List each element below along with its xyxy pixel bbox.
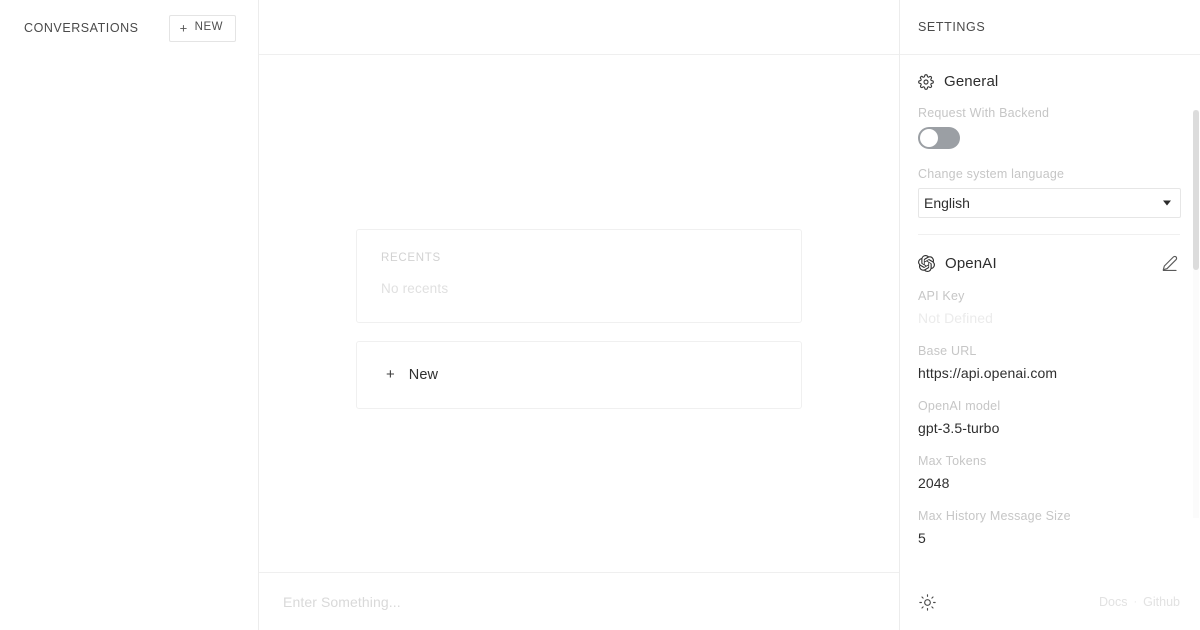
language-field: Change system language English — [918, 167, 1181, 218]
chat-panel: RECENTS No recents + New — [259, 0, 900, 630]
request-with-backend-field: Request With Backend — [918, 106, 1180, 149]
gear-icon — [918, 73, 934, 90]
sun-icon — [919, 593, 936, 611]
openai-model-field: OpenAI model gpt-3.5-turbo — [918, 399, 1180, 436]
message-composer — [259, 573, 899, 630]
plus-icon: + — [386, 365, 395, 383]
request-with-backend-label: Request With Backend — [918, 106, 1050, 120]
max-tokens-label: Max Tokens — [918, 454, 987, 468]
settings-panel: SETTINGS General Request With Backend Ch… — [900, 0, 1200, 630]
recents-label: RECENTS — [381, 252, 441, 264]
base-url-value: https://api.openai.com — [918, 365, 1058, 381]
app-root: CONVERSATIONS + NEW RECENTS No recents +… — [0, 0, 1200, 630]
max-history-message-size-field: Max History Message Size 5 — [918, 509, 1180, 546]
conversations-title: CONVERSATIONS — [24, 21, 139, 35]
new-chat-label: New — [408, 367, 439, 383]
recents-card: RECENTS No recents — [356, 229, 802, 323]
max-history-message-size-label: Max History Message Size — [918, 509, 1071, 523]
max-tokens-value: 2048 — [918, 475, 950, 491]
chat-empty-state: RECENTS No recents + New — [259, 55, 899, 573]
message-input[interactable] — [283, 593, 875, 610]
max-history-message-size-value: 5 — [918, 530, 926, 546]
toggle-knob — [920, 129, 938, 147]
general-section-title: General — [944, 73, 999, 90]
edit-openai-button[interactable] — [1160, 253, 1180, 273]
openai-section-title: OpenAI — [945, 254, 997, 272]
base-url-field: Base URL https://api.openai.com — [918, 344, 1180, 381]
docs-link[interactable]: Docs — [1099, 595, 1127, 609]
settings-footer: Docs · Github — [900, 574, 1200, 630]
language-label: Change system language — [918, 167, 1065, 181]
openai-model-value: gpt-3.5-turbo — [918, 420, 1000, 436]
api-key-field: API Key Not Defined — [918, 289, 1180, 326]
footer-separator: · — [1133, 596, 1138, 608]
general-section: General Request With Backend Change syst… — [918, 55, 1181, 234]
settings-title: SETTINGS — [918, 20, 986, 34]
new-chat-card[interactable]: + New — [356, 341, 802, 409]
api-key-value: Not Defined — [918, 310, 994, 326]
footer-links: Docs · Github — [1099, 595, 1180, 609]
sidebar-header: CONVERSATIONS + NEW — [0, 0, 258, 56]
openai-model-label: OpenAI model — [918, 399, 1001, 413]
pencil-icon — [1162, 255, 1178, 271]
settings-header: SETTINGS — [900, 0, 1200, 55]
recents-empty-text: No recents — [381, 281, 449, 296]
conversations-sidebar: CONVERSATIONS + NEW — [0, 0, 259, 630]
github-link[interactable]: Github — [1143, 595, 1180, 609]
settings-scrollbar-track[interactable] — [1193, 110, 1199, 518]
openai-logo-icon — [918, 254, 935, 272]
plus-icon: + — [179, 20, 188, 35]
max-tokens-field: Max Tokens 2048 — [918, 454, 1180, 491]
conversation-list — [0, 56, 258, 630]
theme-toggle-button[interactable] — [919, 593, 936, 611]
language-select[interactable]: English — [918, 188, 1181, 218]
base-url-label: Base URL — [918, 344, 977, 358]
chat-topbar — [259, 0, 899, 55]
new-conversation-label: NEW — [194, 21, 223, 34]
api-key-label: API Key — [918, 289, 965, 303]
openai-section-header: OpenAI — [918, 253, 1180, 273]
new-conversation-button[interactable]: + NEW — [168, 14, 236, 42]
openai-section: OpenAI API Key Not Defined Base URL http… — [918, 234, 1180, 562]
settings-scrollbar-thumb[interactable] — [1193, 110, 1199, 270]
settings-scroll-area: General Request With Backend Change syst… — [900, 55, 1200, 574]
request-with-backend-toggle[interactable] — [918, 127, 960, 149]
general-section-header: General — [918, 73, 1180, 90]
